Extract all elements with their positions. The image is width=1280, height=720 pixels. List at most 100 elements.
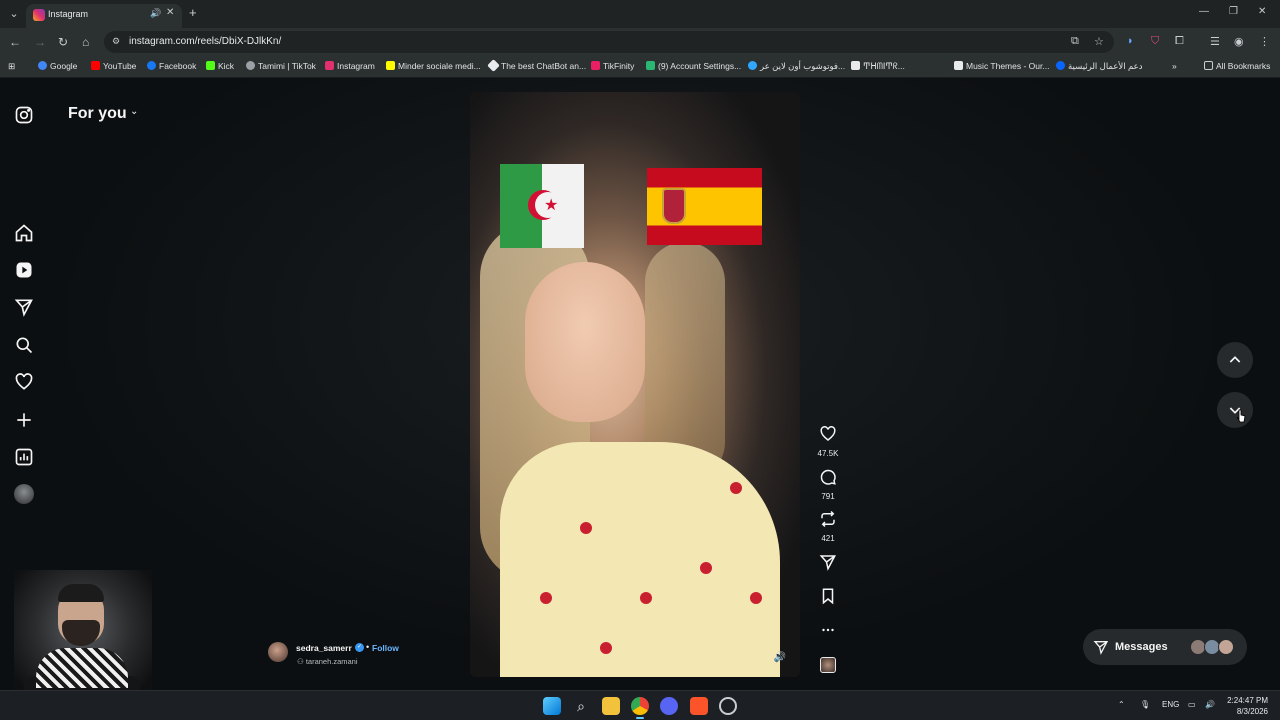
chevron-down-icon[interactable]: ⌄ — [130, 106, 138, 117]
bookmark-minder[interactable]: Minder sociale medi... — [386, 61, 481, 71]
audio-attribution[interactable]: ⚇ taraneh.zamani — [297, 657, 358, 666]
new-tab-button[interactable]: + — [189, 5, 197, 20]
heart-icon — [820, 426, 836, 441]
comment-button[interactable]: 791 — [814, 468, 842, 501]
author-avatar[interactable] — [268, 642, 288, 662]
address-bar[interactable]: ⚙ instagram.com/reels/DbiX-DJlkKn/ ⧉ ☆ — [104, 31, 1114, 53]
file-explorer-icon[interactable] — [602, 697, 620, 715]
repost-count: 421 — [821, 534, 835, 543]
next-reel-button[interactable] — [1217, 392, 1253, 428]
reel-video[interactable]: ★ 🔊 — [470, 92, 800, 677]
app-icon[interactable] — [719, 697, 737, 715]
repost-button[interactable]: 421 — [814, 510, 842, 543]
more-options-button[interactable] — [814, 621, 842, 644]
audio-name: taraneh.zamani — [305, 657, 358, 666]
bookmark-label: Google — [50, 61, 78, 71]
volume-icon[interactable]: 🔊 — [774, 652, 786, 663]
microphone-icon[interactable]: 🎙 — [1140, 700, 1150, 709]
verified-badge-icon: ✓ — [355, 643, 364, 652]
bookmark-facebook[interactable]: Facebook — [147, 61, 196, 71]
plus-icon[interactable] — [14, 410, 34, 430]
apps-grid-icon[interactable]: ⊞ — [8, 61, 15, 72]
like-button[interactable]: 47.5K — [814, 425, 842, 458]
save-button[interactable] — [814, 587, 842, 610]
network-icon[interactable]: ▭ — [1188, 700, 1196, 709]
tab-audio-icon[interactable]: 🔊 — [150, 8, 161, 19]
more-bookmarks-icon[interactable]: » — [1172, 61, 1177, 71]
bookmark-photoshop[interactable]: فوتوشوب أون لاين عر... — [748, 61, 845, 72]
search-icon[interactable]: ⌕ — [572, 697, 590, 715]
send-icon[interactable] — [14, 297, 34, 317]
bookmark-account-settings[interactable]: (9) Account Settings... — [646, 61, 741, 71]
discord-icon[interactable] — [660, 697, 678, 715]
minimize-button[interactable]: — — [1199, 6, 1209, 17]
search-icon[interactable] — [14, 335, 34, 355]
bookmark-label: دعم الأعمال الرئيسية — [1068, 61, 1143, 71]
bookmark-kick[interactable]: Kick — [206, 61, 234, 71]
chrome-icon[interactable] — [631, 697, 649, 719]
volume-icon[interactable]: 🔊 — [1205, 700, 1215, 709]
bookmark-instagram[interactable]: Instagram — [325, 61, 375, 71]
browser-toolbar: ← → ↻ ⌂ ⚙ instagram.com/reels/DbiX-DJlkK… — [0, 28, 1280, 56]
bookmark-tamimi-tiktok[interactable]: Tamimi | TikTok — [246, 61, 316, 71]
tray-overflow-icon[interactable]: ⌃ — [1118, 700, 1125, 709]
windows-start-icon[interactable] — [543, 697, 561, 715]
brave-icon[interactable] — [690, 697, 708, 715]
bookmark-label: فوتوشوب أون لاين عر... — [760, 61, 846, 71]
bookmarks-bar: ⊞ Google YouTube Facebook Kick Tamimi | … — [0, 56, 1280, 78]
facebook-icon — [147, 61, 156, 70]
follow-button[interactable]: Follow — [372, 643, 399, 653]
previous-reel-button[interactable] — [1217, 342, 1253, 378]
feed-title[interactable]: For you — [68, 105, 127, 123]
site-info-icon[interactable]: ⚙ — [112, 36, 120, 47]
close-window-button[interactable]: ✕ — [1258, 6, 1266, 17]
url-text[interactable]: instagram.com/reels/DbiX-DJlkKn/ — [129, 36, 281, 47]
like-count: 47.5K — [817, 449, 839, 458]
bookmark-meta-business[interactable]: دعم الأعمال الرئيسية — [1056, 61, 1142, 72]
profile-avatar-icon[interactable]: ◉ — [1234, 35, 1244, 48]
bookmark-label: Music Themes - Our... — [966, 61, 1050, 71]
extension-shield-icon[interactable]: ⛉ — [1151, 35, 1159, 48]
media-control-icon[interactable]: ☰ — [1210, 35, 1220, 48]
share-button[interactable] — [814, 553, 842, 576]
separator-dot: • — [366, 642, 370, 652]
all-bookmarks-folder[interactable]: All Bookmarks — [1204, 61, 1270, 71]
tab-close-icon[interactable]: ✕ — [166, 7, 174, 18]
extension-audio-icon[interactable]: ◗ — [1127, 35, 1134, 47]
repost-icon — [821, 510, 835, 528]
home-button[interactable]: ⌂ — [82, 35, 89, 49]
language-indicator[interactable]: ENG — [1162, 700, 1179, 709]
restore-button[interactable]: ❐ — [1229, 6, 1238, 17]
home-icon[interactable] — [14, 223, 34, 243]
bookmark-label: Facebook — [159, 61, 197, 71]
bookmark-youtube[interactable]: YouTube — [91, 61, 136, 71]
audio-thumbnail[interactable] — [820, 657, 836, 673]
mouse-cursor-icon — [1236, 409, 1246, 423]
menu-kebab-icon[interactable]: ⋮ — [1259, 35, 1270, 48]
instagram-logo-icon[interactable] — [14, 105, 34, 125]
snapchat-icon — [386, 61, 395, 70]
back-button[interactable]: ← — [9, 35, 21, 49]
bookmark-google[interactable]: Google — [38, 61, 77, 71]
forward-button[interactable]: → — [34, 35, 46, 49]
bookmark-star-icon[interactable]: ☆ — [1094, 35, 1104, 48]
bookmark-tikfinity[interactable]: TikFinity — [591, 61, 634, 71]
chart-icon[interactable] — [14, 447, 34, 467]
photoshop-icon — [748, 61, 757, 70]
tikfinity-icon — [591, 61, 600, 70]
install-app-icon[interactable]: ⧉ — [1071, 35, 1079, 48]
tab-instagram[interactable]: Instagram 🔊 ✕ — [26, 4, 182, 28]
reels-icon[interactable] — [14, 260, 34, 280]
reload-button[interactable]: ↻ — [58, 35, 68, 49]
bookmark-chatbot[interactable]: The best ChatBot an... — [487, 59, 586, 72]
avatar-icon[interactable] — [14, 484, 34, 504]
avatar — [1218, 639, 1234, 655]
system-clock[interactable]: 2:24:47 PM 8/3/2026 — [1222, 695, 1268, 717]
bookmark-x[interactable]: ͲᕼᗰⅠͲᖇ... — [851, 61, 905, 72]
author-username[interactable]: sedra_samerr — [296, 643, 352, 653]
extensions-icon[interactable]: ⧠ — [1175, 35, 1184, 48]
bookmark-music-themes[interactable]: Music Themes - Our... — [954, 61, 1049, 71]
tab-search-icon[interactable]: ⌄ — [6, 6, 22, 22]
heart-icon[interactable] — [14, 372, 34, 392]
messages-button[interactable]: Messages — [1083, 629, 1247, 665]
